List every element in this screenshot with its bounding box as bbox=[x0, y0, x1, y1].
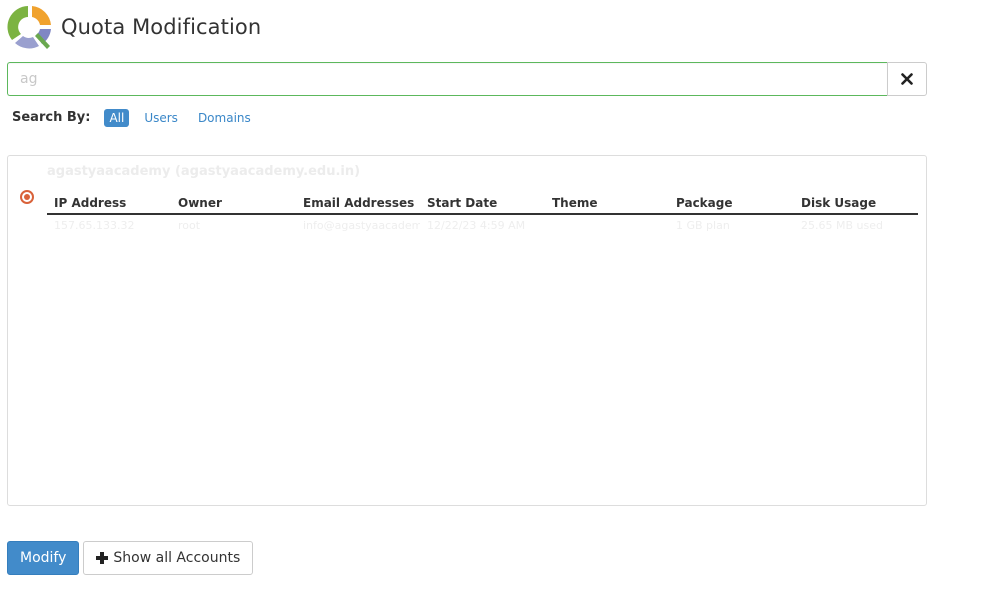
search-bar bbox=[7, 62, 927, 96]
page-header: Quota Modification bbox=[6, 3, 261, 51]
col-disk-usage: Disk Usage bbox=[794, 194, 918, 215]
filter-users[interactable]: Users bbox=[139, 109, 183, 127]
col-package: Package bbox=[669, 194, 794, 215]
cell-email-addresses: info@agastyaacademy.edu.in bbox=[303, 219, 420, 232]
cell-disk-usage: 25.65 MB used bbox=[801, 219, 883, 232]
account-select-radio[interactable] bbox=[20, 190, 34, 204]
col-start-date: Start Date bbox=[420, 194, 545, 215]
radio-selected-dot bbox=[24, 194, 30, 200]
cell-start-date: 12/22/23 4:59 AM bbox=[427, 219, 526, 232]
plus-icon bbox=[96, 552, 109, 564]
table-header-row: IP Address Owner Email Addresses Start D… bbox=[47, 194, 918, 215]
filter-all[interactable]: All bbox=[104, 108, 130, 127]
cell-ip-address: 157.65.133.32 bbox=[54, 219, 135, 232]
table-row: 157.65.133.32 root info@agastyaacademy.e… bbox=[47, 214, 918, 236]
filter-domains[interactable]: Domains bbox=[193, 109, 256, 127]
cell-package: 1 GB plan bbox=[676, 219, 730, 232]
close-icon bbox=[901, 73, 913, 85]
cell-owner: root bbox=[178, 219, 201, 232]
col-theme: Theme bbox=[545, 194, 669, 215]
clear-search-button[interactable] bbox=[887, 62, 927, 96]
search-by-filter: Search By: All Users Domains bbox=[12, 107, 266, 128]
account-title: agastyaacademy (agastyaacademy.edu.in) bbox=[47, 164, 361, 179]
page-title: Quota Modification bbox=[61, 15, 262, 39]
show-all-accounts-label: Show all Accounts bbox=[113, 550, 241, 566]
search-input[interactable] bbox=[7, 62, 887, 96]
account-result[interactable]: agastyaacademy (agastyaacademy.edu.in) I… bbox=[8, 156, 926, 246]
modify-button[interactable]: Modify bbox=[7, 541, 80, 575]
col-email-addresses: Email Addresses bbox=[296, 194, 420, 215]
col-owner: Owner bbox=[171, 194, 296, 215]
cell-theme bbox=[545, 214, 669, 236]
account-details-table: IP Address Owner Email Addresses Start D… bbox=[47, 194, 918, 236]
search-results-panel: agastyaacademy (agastyaacademy.edu.in) I… bbox=[7, 155, 927, 506]
search-by-label: Search By: bbox=[12, 110, 91, 125]
show-all-accounts-button[interactable]: Show all Accounts bbox=[83, 541, 254, 575]
quota-pie-icon bbox=[7, 6, 51, 49]
col-ip-address: IP Address bbox=[47, 194, 171, 215]
action-buttons: Modify Show all Accounts bbox=[7, 541, 254, 575]
